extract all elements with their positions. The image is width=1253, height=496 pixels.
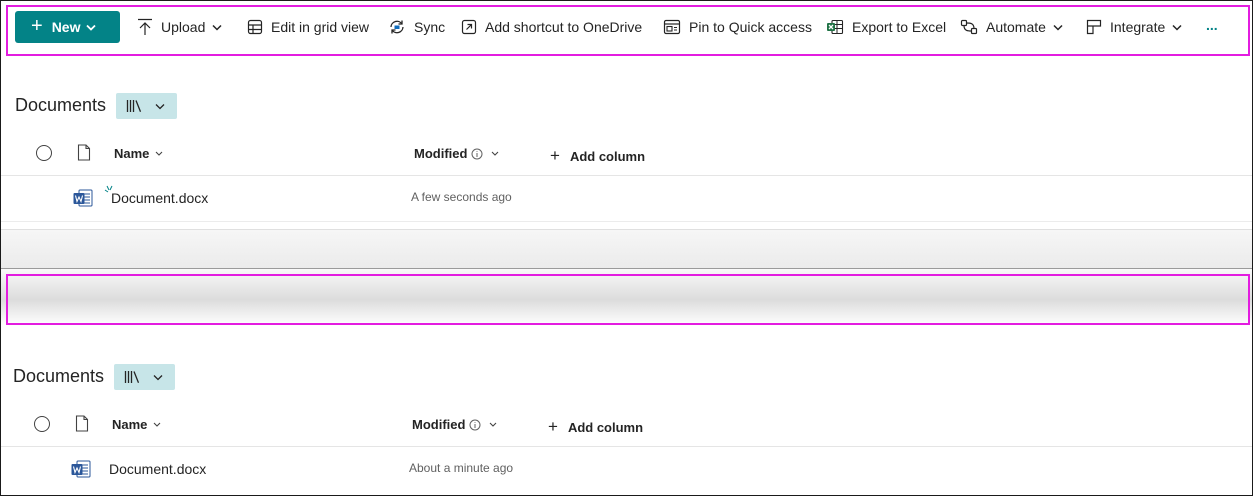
- file-type-icon: [77, 144, 91, 161]
- chevron-down-icon: [156, 151, 163, 156]
- name-header-label: Name: [112, 417, 148, 432]
- name-column-header[interactable]: Name: [112, 417, 161, 432]
- pin-quick-access-button[interactable]: Pin to Quick access: [663, 15, 812, 39]
- header-divider: [1, 175, 1252, 176]
- grid-icon: [247, 19, 263, 35]
- add-column-label: Add column: [569, 148, 646, 164]
- upload-button[interactable]: Upload: [137, 15, 230, 39]
- add-shortcut-button[interactable]: Add shortcut to OneDrive: [461, 15, 642, 39]
- upload-icon: [138, 18, 152, 35]
- new-button[interactable]: + New: [15, 11, 120, 43]
- add-column-label: Add column: [567, 419, 644, 435]
- modified-header-label: Modified: [412, 417, 466, 432]
- automate-label: Automate: [986, 19, 1046, 35]
- view-switcher-button[interactable]: [114, 364, 175, 390]
- modified-column-header[interactable]: Modified: [412, 417, 497, 432]
- file-name-link[interactable]: Document.docx: [109, 461, 206, 477]
- chevron-down-icon: [154, 422, 161, 427]
- pin-icon: [663, 19, 681, 35]
- name-column-header[interactable]: Name: [114, 146, 163, 161]
- view-switcher-button[interactable]: [116, 93, 177, 119]
- chevron-down-icon: [492, 151, 499, 156]
- library-view-icon: [126, 100, 142, 113]
- gap-area: [1, 229, 1252, 269]
- shortcut-icon: [461, 19, 477, 35]
- plus-icon: +: [548, 417, 558, 436]
- export-excel-button[interactable]: Export to Excel: [826, 15, 946, 39]
- toolbar-placeholder: [1, 269, 1252, 325]
- more-options-icon: ...: [1206, 17, 1218, 33]
- top-panel: + New Upload Edit in grid view Sync Add …: [1, 1, 1252, 229]
- info-icon: [471, 148, 483, 159]
- chevron-down-icon: [155, 103, 165, 109]
- automate-button[interactable]: Automate: [960, 15, 1071, 39]
- library-title: Documents: [15, 95, 107, 115]
- chevron-down-icon: [86, 24, 97, 31]
- screenshot-frame: + New Upload Edit in grid view Sync Add …: [0, 0, 1253, 496]
- integrate-button[interactable]: Integrate: [1086, 15, 1190, 39]
- file-name-link[interactable]: Document.docx: [111, 190, 208, 206]
- excel-icon: [827, 19, 844, 35]
- file-type-icon: [75, 415, 89, 432]
- sync-icon: [390, 20, 404, 34]
- pin-quick-access-label: Pin to Quick access: [689, 19, 812, 35]
- library-title: Documents: [13, 366, 105, 386]
- library-view-icon: [124, 371, 140, 384]
- export-excel-label: Export to Excel: [852, 19, 947, 35]
- header-divider: [1, 446, 1252, 447]
- word-file-icon: [71, 460, 91, 478]
- chevron-down-icon: [490, 422, 497, 427]
- new-button-label: New: [51, 19, 81, 35]
- modified-column-header[interactable]: Modified: [414, 146, 499, 161]
- automate-icon: [960, 19, 978, 35]
- integrate-label: Integrate: [1110, 19, 1166, 35]
- bottom-panel: Documents Name Modified + Add column Doc…: [1, 269, 1252, 495]
- more-options-button[interactable]: ...: [1206, 13, 1218, 37]
- sync-button[interactable]: Sync: [388, 15, 445, 39]
- modified-header-label: Modified: [414, 146, 468, 161]
- row-divider: [1, 221, 1252, 222]
- plus-icon: +: [31, 15, 43, 37]
- select-all-checkbox[interactable]: [36, 145, 52, 161]
- name-header-label: Name: [114, 146, 150, 161]
- add-column-button[interactable]: + Add column: [550, 146, 645, 166]
- modified-value: About a minute ago: [409, 461, 514, 475]
- command-bar: + New Upload Edit in grid view Sync Add …: [1, 1, 1252, 53]
- edit-grid-view-label: Edit in grid view: [271, 19, 370, 35]
- add-shortcut-label: Add shortcut to OneDrive: [485, 19, 643, 35]
- chevron-down-icon: [1053, 24, 1063, 31]
- select-all-checkbox[interactable]: [34, 416, 50, 432]
- chevron-down-icon: [153, 374, 163, 380]
- integrate-icon: [1086, 19, 1102, 35]
- plus-icon: +: [550, 146, 560, 165]
- info-icon: [469, 419, 481, 430]
- sync-label: Sync: [414, 19, 446, 35]
- word-file-icon: [73, 189, 93, 207]
- modified-value: A few seconds ago: [411, 190, 512, 204]
- chevron-down-icon: [212, 24, 222, 31]
- edit-grid-view-button[interactable]: Edit in grid view: [247, 15, 369, 39]
- chevron-down-icon: [1172, 24, 1182, 31]
- upload-label: Upload: [161, 19, 206, 35]
- add-column-button[interactable]: + Add column: [548, 417, 643, 437]
